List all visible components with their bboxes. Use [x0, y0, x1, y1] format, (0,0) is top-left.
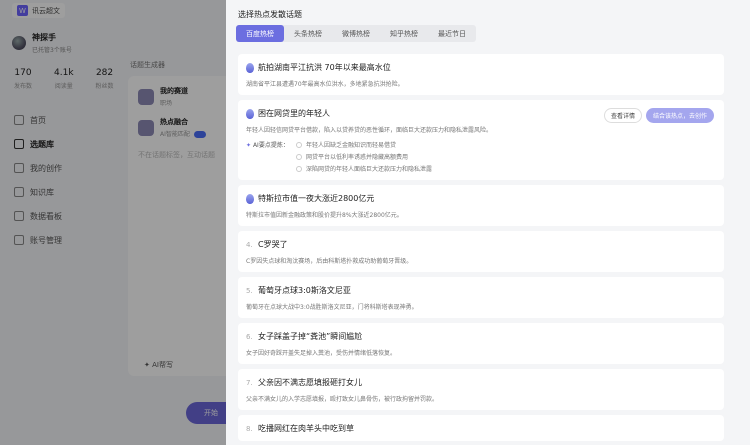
hotspot-list: 航拍湖南平江抗洪 70年以来最高水位 湖南省平江县遭遇70年最高水位洪水，多地紧…: [238, 54, 724, 445]
tab-festivals[interactable]: 最近节日: [428, 25, 476, 42]
item-rank: 4.: [246, 240, 253, 249]
hot-rank-2-icon: [246, 108, 254, 119]
radio-icon: [296, 153, 302, 160]
item-title: 父亲因不满志愿填报砸打女儿: [258, 378, 362, 387]
item-title: 葡萄牙点球3:0斯洛文尼亚: [258, 286, 351, 295]
list-item-expanded[interactable]: 困在网贷里的年轻人 查看详情 结合该热点，去创作 年轻人因轻信网贷平台借款，陷入…: [238, 100, 724, 180]
item-title: 航拍湖南平江抗洪 70年以来最高水位: [258, 63, 391, 72]
item-title: C罗哭了: [258, 240, 288, 249]
ai-point-option[interactable]: 年轻人因缺乏金融知识而轻易借贷: [296, 140, 432, 149]
tab-weibo[interactable]: 微博热榜: [332, 25, 380, 42]
hotspot-drawer: 选择热点发散话题 百度热榜 头条热榜 微博热榜 知乎热榜 最近节日 航拍湖南平江…: [226, 0, 750, 445]
item-rank: 6.: [246, 332, 253, 341]
item-title: 特斯拉市值一夜大涨近2800亿元: [258, 194, 375, 203]
list-item[interactable]: 航拍湖南平江抗洪 70年以来最高水位 湖南省平江县遭遇70年最高水位洪水，多地紧…: [238, 54, 724, 95]
ai-points: ✦ AI要点提炼： 年轻人因缺乏金融知识而轻易借贷 网贷平台以低利率诱惑并隐藏高…: [246, 140, 433, 173]
item-desc: C罗因失点球和淘汰赛场，后由科斯塔扑救成功助葡萄牙晋级。: [246, 258, 413, 265]
list-item[interactable]: 7. 父亲因不满志愿填报砸打女儿 父亲不满女儿的入学志愿填报，殴打致女儿鼻骨伤，…: [238, 369, 724, 410]
item-rank: 8.: [246, 424, 253, 433]
ai-point-option[interactable]: 深陷网贷的年轻人面临巨大还款压力和隐私泄露: [296, 164, 432, 173]
hotlist-tabs: 百度热榜 头条热榜 微博热榜 知乎热榜 最近节日: [236, 25, 476, 42]
tab-baidu[interactable]: 百度热榜: [236, 25, 284, 42]
tab-toutiao[interactable]: 头条热榜: [284, 25, 332, 42]
list-item[interactable]: 8. 吃播网红在肉羊头中吃到草: [238, 415, 724, 441]
list-item[interactable]: 4. C罗哭了 C罗因失点球和淘汰赛场，后由科斯塔扑救成功助葡萄牙晋级。: [238, 231, 724, 272]
item-title: 困在网贷里的年轻人: [258, 109, 330, 118]
ai-point-option[interactable]: 网贷平台以低利率诱惑并隐藏高额费用: [296, 152, 432, 161]
item-desc: 特斯拉市值因新金融政策和股价提升8%大涨近2800亿元。: [246, 212, 403, 219]
radio-icon: [296, 165, 302, 172]
item-desc: 父亲不满女儿的入学志愿填报，殴打致女儿鼻骨伤，被行政拘留并罚款。: [246, 396, 439, 403]
drawer-title: 选择热点发散话题: [238, 10, 302, 19]
create-with-hotspot-button[interactable]: 结合该热点，去创作: [645, 108, 714, 123]
item-desc: 女子因好奇踩开盖失足掉入粪池，受伤并情绪低落恢复。: [246, 350, 397, 357]
item-desc: 年轻人因轻信网贷平台借款，陷入以贷养贷的恶性循环，面临巨大还款压力和隐私泄露风险…: [246, 127, 493, 134]
item-title: 吃播网红在肉羊头中吃到草: [258, 424, 354, 433]
tab-zhihu[interactable]: 知乎热榜: [380, 25, 428, 42]
list-item[interactable]: 5. 葡萄牙点球3:0斯洛文尼亚 葡萄牙在点球大战中3:0战胜斯洛文尼亚，门将科…: [238, 277, 724, 318]
hot-rank-3-icon: [246, 193, 254, 204]
item-title: 女子踩盖子掉“粪池”瞬间尴尬: [258, 332, 363, 341]
list-item[interactable]: 特斯拉市值一夜大涨近2800亿元 特斯拉市值因新金融政策和股价提升8%大涨近28…: [238, 185, 724, 226]
hot-rank-1-icon: [246, 62, 254, 73]
sparkle-icon: ✦: [246, 142, 252, 149]
item-desc: 葡萄牙在点球大战中3:0战胜斯洛文尼亚，门将科斯塔表现神勇。: [246, 304, 418, 311]
item-rank: 7.: [246, 378, 253, 387]
view-detail-button[interactable]: 查看详情: [603, 108, 642, 123]
item-rank: 5.: [246, 286, 253, 295]
item-desc: 湖南省平江县遭遇70年最高水位洪水，多地紧急抗洪抢险。: [246, 81, 404, 88]
list-item[interactable]: 6. 女子踩盖子掉“粪池”瞬间尴尬 女子因好奇踩开盖失足掉入粪池，受伤并情绪低落…: [238, 323, 724, 364]
radio-icon: [296, 141, 302, 148]
